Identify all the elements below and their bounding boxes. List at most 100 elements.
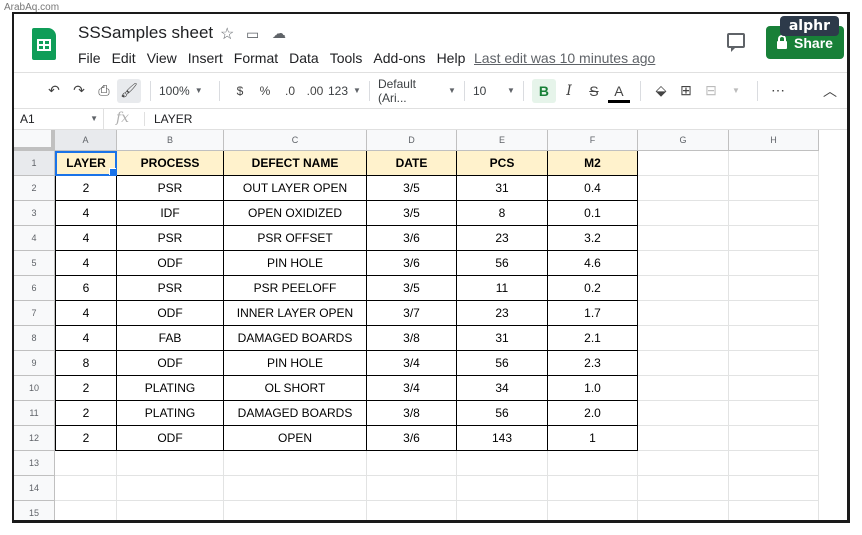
name-box[interactable]: A1 ▼ bbox=[14, 109, 104, 129]
column-header-a[interactable]: A bbox=[55, 130, 117, 151]
menu-data[interactable]: Data bbox=[289, 50, 319, 66]
cell-b12[interactable]: ODF bbox=[117, 426, 224, 451]
cell-c9[interactable]: PIN HOLE bbox=[224, 351, 367, 376]
cell-a9[interactable]: 8 bbox=[55, 351, 117, 376]
column-header-h[interactable]: H bbox=[729, 130, 819, 151]
cell-f4[interactable]: 3.2 bbox=[548, 226, 638, 251]
cell-g13[interactable] bbox=[638, 451, 729, 476]
menu-file[interactable]: File bbox=[78, 50, 101, 66]
cell-c2[interactable]: OUT LAYER OPEN bbox=[224, 176, 367, 201]
cell-b2[interactable]: PSR bbox=[117, 176, 224, 201]
merge-cells-icon[interactable]: ⊟ bbox=[699, 79, 723, 103]
cell-e9[interactable]: 56 bbox=[457, 351, 548, 376]
menu-addons[interactable]: Add-ons bbox=[373, 50, 425, 66]
star-icon[interactable]: ☆ bbox=[220, 24, 234, 44]
cell-h2[interactable] bbox=[729, 176, 819, 201]
currency-format-button[interactable]: $ bbox=[228, 79, 252, 103]
cell-g6[interactable] bbox=[638, 276, 729, 301]
cell-a2[interactable]: 2 bbox=[55, 176, 117, 201]
cell-a11[interactable]: 2 bbox=[55, 401, 117, 426]
cell-e12[interactable]: 143 bbox=[457, 426, 548, 451]
cell-h5[interactable] bbox=[729, 251, 819, 276]
cell-c6[interactable]: PSR PEELOFF bbox=[224, 276, 367, 301]
cell-c4[interactable]: PSR OFFSET bbox=[224, 226, 367, 251]
cell-d9[interactable]: 3/4 bbox=[367, 351, 457, 376]
cell-a10[interactable]: 2 bbox=[55, 376, 117, 401]
cell-a12[interactable]: 2 bbox=[55, 426, 117, 451]
row-header-9[interactable]: 9 bbox=[14, 351, 55, 376]
cell-a4[interactable]: 4 bbox=[55, 226, 117, 251]
row-header-5[interactable]: 5 bbox=[14, 251, 55, 276]
font-size-select[interactable]: 10 ▼ bbox=[473, 84, 515, 98]
cell-h12[interactable] bbox=[729, 426, 819, 451]
cell-c15[interactable] bbox=[224, 501, 367, 520]
row-header-6[interactable]: 6 bbox=[14, 276, 55, 301]
cell-b14[interactable] bbox=[117, 476, 224, 501]
italic-button[interactable]: I bbox=[557, 79, 581, 103]
cell-d5[interactable]: 3/6 bbox=[367, 251, 457, 276]
cell-h7[interactable] bbox=[729, 301, 819, 326]
cell-c12[interactable]: OPEN bbox=[224, 426, 367, 451]
cloud-status-icon[interactable]: ☁ bbox=[272, 25, 286, 42]
cell-f12[interactable]: 1 bbox=[548, 426, 638, 451]
cell-g12[interactable] bbox=[638, 426, 729, 451]
cell-b11[interactable]: PLATING bbox=[117, 401, 224, 426]
cell-c1[interactable]: DEFECT NAME bbox=[224, 151, 367, 176]
formula-input[interactable]: LAYER bbox=[154, 112, 192, 126]
cell-f11[interactable]: 2.0 bbox=[548, 401, 638, 426]
row-header-15[interactable]: 15 bbox=[14, 501, 55, 520]
row-header-4[interactable]: 4 bbox=[14, 226, 55, 251]
last-edit-link[interactable]: Last edit was 10 minutes ago bbox=[474, 50, 655, 66]
cell-e8[interactable]: 31 bbox=[457, 326, 548, 351]
cell-d8[interactable]: 3/8 bbox=[367, 326, 457, 351]
font-select[interactable]: Default (Ari... ▼ bbox=[378, 77, 456, 105]
row-header-14[interactable]: 14 bbox=[14, 476, 55, 501]
cell-h8[interactable] bbox=[729, 326, 819, 351]
row-header-12[interactable]: 12 bbox=[14, 426, 55, 451]
row-header-1[interactable]: 1 bbox=[14, 151, 55, 176]
document-title[interactable]: SSSamples sheet bbox=[78, 23, 213, 43]
zoom-select[interactable]: 100% ▼ bbox=[159, 84, 211, 98]
cell-h4[interactable] bbox=[729, 226, 819, 251]
cell-e14[interactable] bbox=[457, 476, 548, 501]
cell-f2[interactable]: 0.4 bbox=[548, 176, 638, 201]
cell-g2[interactable] bbox=[638, 176, 729, 201]
cell-e5[interactable]: 56 bbox=[457, 251, 548, 276]
cell-a1[interactable]: LAYER bbox=[55, 151, 117, 176]
cell-h3[interactable] bbox=[729, 201, 819, 226]
cell-a13[interactable] bbox=[55, 451, 117, 476]
cell-a5[interactable]: 4 bbox=[55, 251, 117, 276]
cell-b6[interactable]: PSR bbox=[117, 276, 224, 301]
cell-f15[interactable] bbox=[548, 501, 638, 520]
cell-d2[interactable]: 3/5 bbox=[367, 176, 457, 201]
cell-e4[interactable]: 23 bbox=[457, 226, 548, 251]
more-options-button[interactable]: ⋯ bbox=[766, 79, 790, 103]
cell-e13[interactable] bbox=[457, 451, 548, 476]
cell-f6[interactable]: 0.2 bbox=[548, 276, 638, 301]
cell-f10[interactable]: 1.0 bbox=[548, 376, 638, 401]
cell-f1[interactable]: M2 bbox=[548, 151, 638, 176]
cell-b8[interactable]: FAB bbox=[117, 326, 224, 351]
cell-c3[interactable]: OPEN OXIDIZED bbox=[224, 201, 367, 226]
cell-b15[interactable] bbox=[117, 501, 224, 520]
menu-format[interactable]: Format bbox=[234, 50, 278, 66]
menu-help[interactable]: Help bbox=[437, 50, 466, 66]
cell-f14[interactable] bbox=[548, 476, 638, 501]
cell-a14[interactable] bbox=[55, 476, 117, 501]
increase-decimal-button[interactable]: .00 bbox=[303, 79, 327, 103]
cell-d6[interactable]: 3/5 bbox=[367, 276, 457, 301]
cell-e15[interactable] bbox=[457, 501, 548, 520]
bold-button[interactable]: B bbox=[531, 78, 556, 103]
cell-d3[interactable]: 3/5 bbox=[367, 201, 457, 226]
cell-h13[interactable] bbox=[729, 451, 819, 476]
column-header-b[interactable]: B bbox=[117, 130, 224, 151]
cell-f9[interactable]: 2.3 bbox=[548, 351, 638, 376]
cell-c10[interactable]: OL SHORT bbox=[224, 376, 367, 401]
comment-history-icon[interactable] bbox=[727, 33, 745, 52]
row-header-13[interactable]: 13 bbox=[14, 451, 55, 476]
cell-b10[interactable]: PLATING bbox=[117, 376, 224, 401]
more-formats-select[interactable]: 123 ▼ bbox=[328, 84, 361, 98]
cell-b3[interactable]: IDF bbox=[117, 201, 224, 226]
cell-g9[interactable] bbox=[638, 351, 729, 376]
column-header-e[interactable]: E bbox=[457, 130, 548, 151]
